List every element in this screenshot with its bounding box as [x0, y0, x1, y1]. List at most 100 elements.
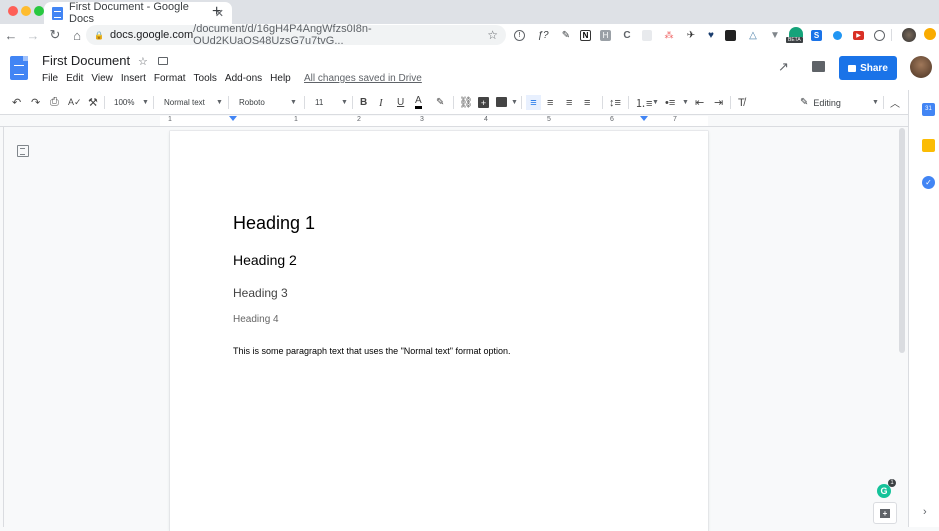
update-icon[interactable] — [924, 28, 936, 40]
reload-icon[interactable]: ↻ — [44, 27, 66, 43]
decrease-indent-icon[interactable]: ⇤ — [695, 95, 704, 110]
undo-icon[interactable]: ↶ — [12, 95, 21, 110]
document-outline-icon[interactable] — [17, 145, 29, 157]
docs-logo-icon[interactable] — [10, 56, 28, 80]
collapse-menus-icon[interactable]: ︿ — [890, 95, 900, 110]
clear-formatting-icon[interactable]: T̸ — [738, 95, 745, 110]
zoom-select[interactable]: 100% ▼ — [114, 95, 150, 110]
bulleted-list-icon[interactable]: •≡ — [665, 95, 675, 110]
messenger-icon[interactable] — [833, 31, 842, 40]
menu-edit[interactable]: Edit — [66, 73, 83, 84]
increase-indent-icon[interactable]: ⇥ — [714, 95, 723, 110]
url-bar[interactable]: 🔒 docs.google.com /document/d/16gH4P4Ang… — [86, 23, 506, 47]
editing-mode-select[interactable]: ✎ Editing ▼ — [800, 95, 880, 110]
numbered-list-icon[interactable]: ⒈≡ — [635, 95, 652, 110]
profile-avatar[interactable] — [902, 28, 916, 42]
paragraph-text[interactable]: This is some paragraph text that uses th… — [233, 346, 511, 356]
menu-file[interactable]: File — [42, 73, 58, 84]
paint-format-icon[interactable]: ⚒ — [88, 95, 98, 110]
underline-button[interactable]: U — [397, 95, 404, 110]
spellcheck-icon[interactable]: A✓ — [68, 95, 82, 110]
insert-image-icon[interactable] — [496, 97, 507, 107]
new-tab-button[interactable]: + — [212, 3, 221, 21]
caret-down-icon[interactable]: ▼ — [511, 99, 518, 106]
side-panel: 31 ✓ › — [908, 90, 939, 527]
menu-tools[interactable]: Tools — [194, 73, 217, 84]
tasks-icon[interactable]: ✓ — [922, 176, 935, 189]
align-right-icon[interactable]: ≡ — [566, 95, 572, 110]
print-icon[interactable]: ⎙ — [50, 95, 59, 110]
font-select[interactable]: Roboto ▼ — [239, 95, 301, 110]
menu-insert[interactable]: Insert — [121, 73, 146, 84]
share-button[interactable]: Share — [839, 56, 897, 80]
h-icon[interactable]: H — [600, 30, 611, 41]
grammarly-letter: G — [880, 486, 888, 496]
youtube-icon[interactable]: ▶ — [853, 31, 864, 40]
browser-tab[interactable]: First Document - Google Docs ✕ — [44, 1, 232, 25]
heart-icon[interactable]: ♥ — [704, 28, 718, 42]
insert-link-icon[interactable]: ⛓ — [459, 95, 473, 110]
grey-ext-icon[interactable] — [642, 30, 652, 41]
highlight-color-icon[interactable]: ✎ — [436, 95, 444, 110]
comments-icon[interactable] — [812, 61, 825, 72]
paragraph-style-select[interactable]: Normal text ▼ — [164, 95, 226, 110]
circle-ext-icon[interactable] — [874, 30, 885, 41]
bookmark-star-icon[interactable]: ☆ — [487, 28, 498, 42]
home-icon[interactable]: ⌂ — [66, 28, 88, 43]
heading-4[interactable]: Heading 4 — [233, 314, 279, 325]
activity-trend-icon[interactable]: ↗ — [778, 59, 789, 75]
s-icon[interactable]: S — [811, 30, 822, 41]
formula-icon[interactable]: ƒ? — [536, 28, 550, 42]
document-title[interactable]: First Document — [42, 53, 130, 68]
add-comment-icon[interactable]: + — [478, 97, 489, 108]
document-page[interactable]: Heading 1 Heading 2 Heading 3 Heading 4 … — [170, 131, 708, 531]
notion-icon[interactable]: N — [580, 30, 591, 41]
caret-down-icon[interactable]: ▼ — [652, 99, 659, 106]
keep-icon[interactable] — [922, 139, 935, 152]
expand-panel-icon[interactable]: › — [923, 506, 927, 518]
account-avatar[interactable] — [910, 56, 932, 78]
align-center-icon[interactable]: ≡ — [547, 95, 553, 110]
vertical-scrollbar[interactable] — [898, 128, 906, 527]
forward-icon[interactable]: → — [22, 28, 44, 43]
vee-icon[interactable]: ▼ — [768, 28, 782, 42]
move-folder-icon[interactable] — [158, 57, 168, 65]
menu-bar: File Edit View Insert Format Tools Add-o… — [42, 73, 299, 84]
explore-button[interactable]: + — [873, 502, 897, 524]
c-icon[interactable]: C — [620, 28, 634, 42]
heading-3[interactable]: Heading 3 — [233, 286, 288, 300]
line-spacing-icon[interactable]: ↕≡ — [609, 95, 621, 110]
maximize-window-button[interactable] — [34, 6, 44, 16]
eyedropper-icon[interactable]: ✎ — [559, 28, 573, 42]
bird-icon[interactable]: ✈ — [684, 28, 698, 42]
minimize-window-button[interactable] — [21, 6, 31, 16]
calendar-icon[interactable]: 31 — [922, 103, 935, 116]
font-size-select[interactable]: 11 ▼ — [315, 95, 351, 110]
close-window-button[interactable] — [8, 6, 18, 16]
menu-help[interactable]: Help — [270, 73, 291, 84]
beta-ext-icon[interactable] — [789, 27, 803, 37]
caret-down-icon[interactable]: ▼ — [682, 99, 689, 106]
star-icon[interactable]: ☆ — [138, 55, 148, 68]
save-status-link[interactable]: All changes saved in Drive — [304, 73, 422, 84]
italic-button[interactable]: I — [379, 95, 383, 110]
caret-down-icon: ▼ — [872, 99, 879, 106]
triangle-icon[interactable]: △ — [746, 28, 760, 42]
asana-icon[interactable]: ⁂ — [662, 28, 676, 42]
align-justify-icon[interactable]: ≡ — [584, 95, 590, 110]
align-left-icon[interactable]: ≡ — [526, 95, 541, 110]
screen-icon[interactable] — [725, 30, 736, 41]
info-icon[interactable]: ! — [514, 30, 525, 41]
bold-button[interactable]: B — [360, 95, 367, 110]
back-icon[interactable]: ← — [0, 28, 22, 43]
menu-view[interactable]: View — [91, 73, 113, 84]
menu-addons[interactable]: Add-ons — [225, 73, 262, 84]
scrollbar-thumb[interactable] — [899, 128, 905, 353]
heading-2[interactable]: Heading 2 — [233, 252, 297, 268]
menu-format[interactable]: Format — [154, 73, 186, 84]
left-indent-marker[interactable] — [229, 116, 237, 121]
redo-icon[interactable]: ↷ — [31, 95, 40, 110]
text-color-button[interactable]: A — [415, 95, 422, 109]
heading-1[interactable]: Heading 1 — [233, 213, 315, 234]
right-indent-marker[interactable] — [640, 116, 648, 121]
